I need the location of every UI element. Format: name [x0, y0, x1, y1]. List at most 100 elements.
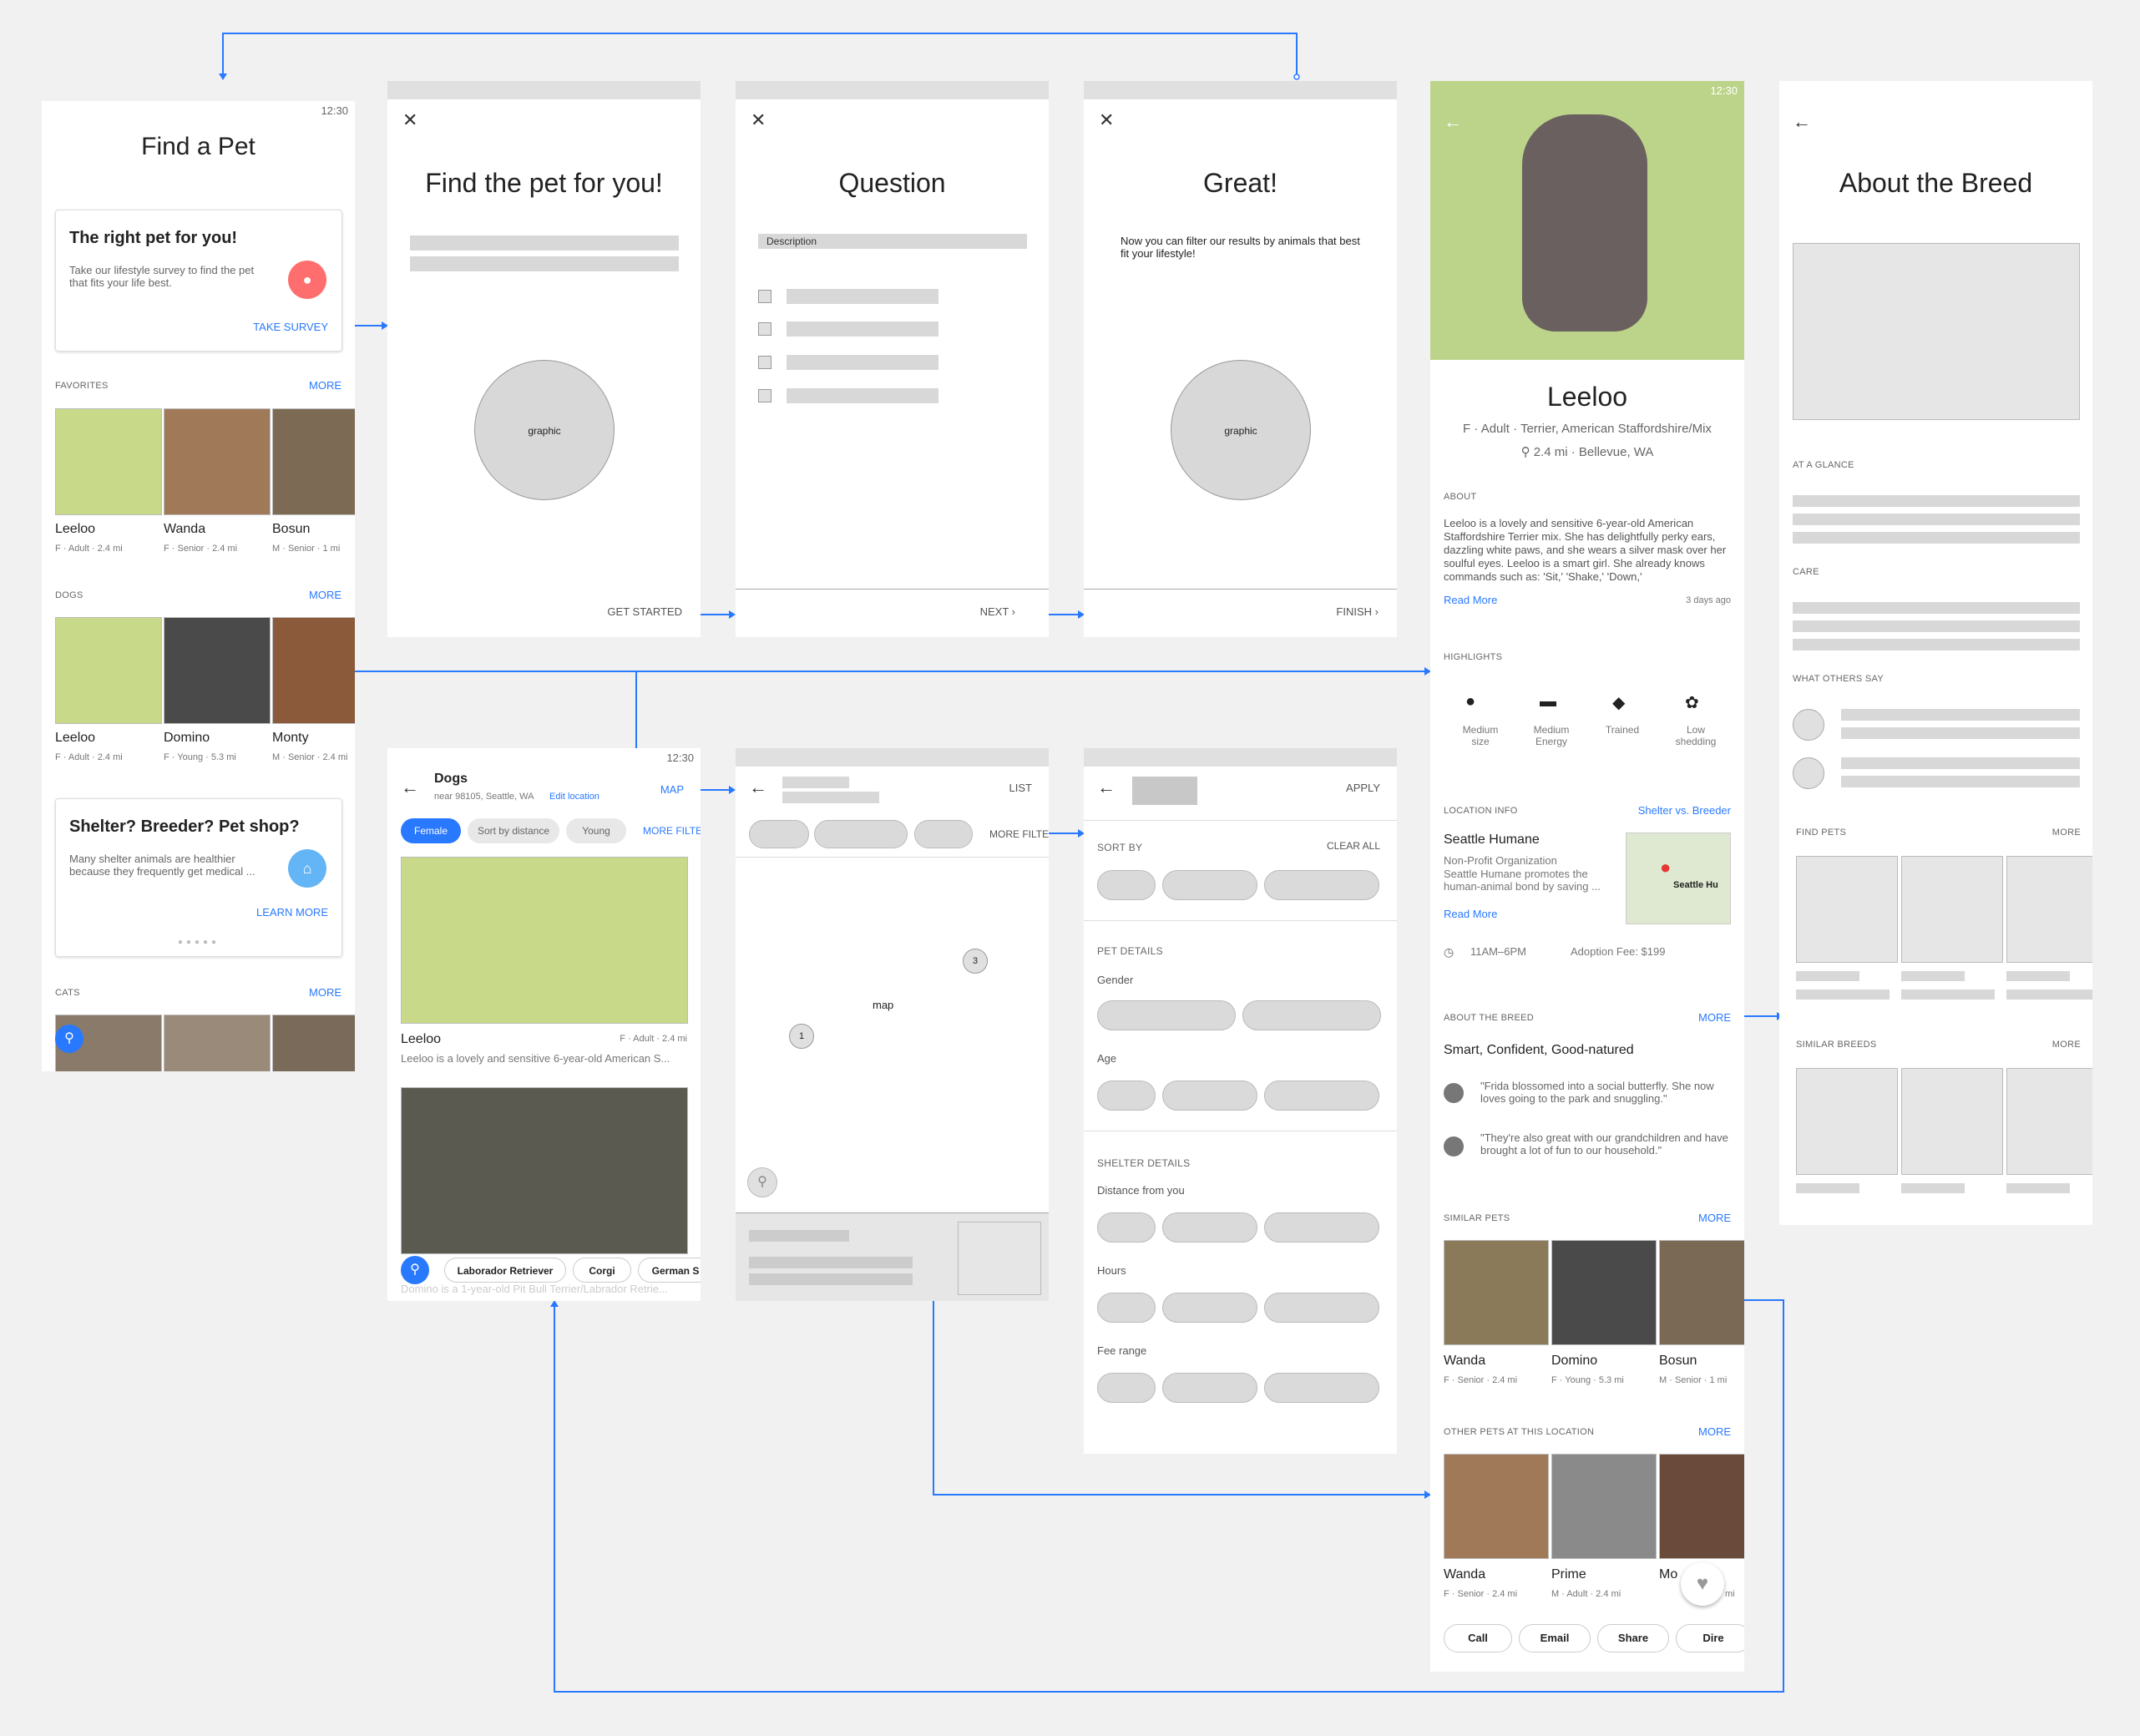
- clear-all-button[interactable]: CLEAR ALL: [1327, 840, 1380, 852]
- gender-option-pill[interactable]: [1097, 1000, 1236, 1030]
- similar-breeds-more-link[interactable]: MORE: [2052, 1040, 2081, 1050]
- pet-photo[interactable]: [1551, 1240, 1657, 1345]
- checkbox[interactable]: [758, 389, 772, 402]
- favorites-more-link[interactable]: MORE: [309, 379, 341, 392]
- checkbox[interactable]: [758, 290, 772, 303]
- pet-image-placeholder[interactable]: [1901, 856, 2003, 963]
- back-arrow-icon[interactable]: ←: [1793, 111, 1811, 133]
- checkbox[interactable]: [758, 322, 772, 336]
- filter-pill[interactable]: [749, 820, 809, 848]
- gender-option-pill[interactable]: [1242, 1000, 1381, 1030]
- sort-option-pill[interactable]: [1162, 870, 1257, 900]
- take-survey-button[interactable]: TAKE SURVEY: [253, 321, 328, 333]
- get-started-button[interactable]: GET STARTED: [607, 605, 682, 618]
- pet-photo[interactable]: [272, 617, 355, 724]
- favorite-heart-button[interactable]: ♥: [1681, 1562, 1724, 1606]
- pet-photo[interactable]: [55, 617, 162, 724]
- option-placeholder: [787, 289, 938, 304]
- filter-pill[interactable]: [914, 820, 973, 848]
- age-option-pill[interactable]: [1162, 1081, 1257, 1111]
- close-icon[interactable]: ✕: [402, 109, 417, 131]
- pet-photo[interactable]: [1659, 1454, 1744, 1559]
- screen-filters: ← APPLY SORT BY CLEAR ALL PET DETAILS Ge…: [1084, 748, 1397, 1454]
- pet-photo[interactable]: [272, 408, 355, 515]
- breed-chip[interactable]: German S: [638, 1258, 701, 1283]
- pet-photo[interactable]: [1444, 1240, 1549, 1345]
- back-arrow-icon[interactable]: ←: [1444, 111, 1462, 133]
- hours-option-pill[interactable]: [1097, 1293, 1156, 1323]
- shelter-vs-breeder-link[interactable]: Shelter vs. Breeder: [1638, 804, 1731, 817]
- back-arrow-icon[interactable]: ←: [1097, 777, 1116, 798]
- directions-button[interactable]: Dire: [1676, 1624, 1744, 1652]
- distance-option-pill[interactable]: [1264, 1212, 1379, 1243]
- pet-image-placeholder[interactable]: [1796, 856, 1898, 963]
- pet-name: Wanda: [1444, 1567, 1486, 1582]
- filter-chip-sort[interactable]: Sort by distance: [468, 818, 559, 843]
- similar-more-link[interactable]: MORE: [1698, 1212, 1731, 1224]
- pet-photo[interactable]: [401, 1087, 688, 1254]
- close-icon[interactable]: ✕: [751, 109, 766, 131]
- cats-more-link[interactable]: MORE: [309, 986, 341, 999]
- breed-chip[interactable]: Laborador Retriever: [444, 1258, 566, 1283]
- distance-option-pill[interactable]: [1097, 1212, 1156, 1243]
- pet-photo[interactable]: [1659, 1240, 1744, 1345]
- find-pets-more-link[interactable]: MORE: [2052, 828, 2081, 838]
- search-fab-icon[interactable]: ⚲: [401, 1256, 429, 1284]
- pet-photo[interactable]: [1444, 1454, 1549, 1559]
- sort-option-pill[interactable]: [1097, 870, 1156, 900]
- hours-option-pill[interactable]: [1264, 1293, 1379, 1323]
- dogs-more-link[interactable]: MORE: [309, 589, 341, 601]
- back-arrow-icon[interactable]: ←: [749, 777, 767, 798]
- fee-option-pill[interactable]: [1162, 1373, 1257, 1403]
- map-cluster-marker[interactable]: 3: [963, 949, 988, 974]
- age-option-pill[interactable]: [1097, 1081, 1156, 1111]
- fee-option-pill[interactable]: [1097, 1373, 1156, 1403]
- filter-chip-female[interactable]: Female: [401, 818, 461, 843]
- pet-photo[interactable]: [272, 1015, 355, 1071]
- pet-image-placeholder[interactable]: [2006, 856, 2092, 963]
- breed-image-placeholder[interactable]: [2006, 1068, 2092, 1175]
- checkbox[interactable]: [758, 356, 772, 369]
- finish-button[interactable]: FINISH ›: [1336, 605, 1379, 618]
- shelter-read-more-link[interactable]: Read More: [1444, 908, 1497, 920]
- favorites-header: FAVORITES: [55, 381, 109, 391]
- map-result-card[interactable]: [736, 1212, 1049, 1301]
- more-filters-link[interactable]: MORE FILTERS: [643, 825, 701, 837]
- breed-image-placeholder[interactable]: [1796, 1068, 1898, 1175]
- status-time: 12:30: [1710, 84, 1738, 97]
- back-arrow-icon[interactable]: ←: [401, 777, 419, 798]
- fee-option-pill[interactable]: [1264, 1373, 1379, 1403]
- more-filters-link[interactable]: MORE FILTERS: [989, 828, 1049, 840]
- filter-chip-young[interactable]: Young: [566, 818, 626, 843]
- learn-more-button[interactable]: LEARN MORE: [256, 906, 328, 919]
- distance-option-pill[interactable]: [1162, 1212, 1257, 1243]
- pet-photo[interactable]: [164, 617, 271, 724]
- map-toggle-button[interactable]: MAP: [660, 783, 684, 796]
- age-option-pill[interactable]: [1264, 1081, 1379, 1111]
- pet-photo[interactable]: [164, 408, 271, 515]
- next-button[interactable]: NEXT ›: [980, 605, 1015, 618]
- pet-photo[interactable]: [1551, 1454, 1657, 1559]
- about-read-more-link[interactable]: Read More: [1444, 594, 1497, 606]
- map-cluster-marker[interactable]: 1: [789, 1024, 814, 1049]
- sort-option-pill[interactable]: [1264, 870, 1379, 900]
- edit-location-link[interactable]: Edit location: [549, 792, 600, 802]
- hours-option-pill[interactable]: [1162, 1293, 1257, 1323]
- search-fab-icon[interactable]: ⚲: [55, 1025, 83, 1053]
- list-toggle-button[interactable]: LIST: [1009, 782, 1032, 794]
- filter-pill[interactable]: [814, 820, 908, 848]
- breed-chip[interactable]: Corgi: [573, 1258, 631, 1283]
- pet-photo[interactable]: [55, 408, 162, 515]
- call-button[interactable]: Call: [1444, 1624, 1512, 1652]
- share-button[interactable]: Share: [1597, 1624, 1669, 1652]
- search-icon[interactable]: ⚲: [747, 1167, 777, 1197]
- breed-image-placeholder[interactable]: [1901, 1068, 2003, 1175]
- about-breed-more-link[interactable]: MORE: [1698, 1011, 1731, 1024]
- pet-photo[interactable]: [164, 1015, 271, 1071]
- close-icon[interactable]: ✕: [1099, 109, 1114, 131]
- other-more-link[interactable]: MORE: [1698, 1425, 1731, 1438]
- apply-button[interactable]: APPLY: [1346, 782, 1380, 794]
- pet-photo[interactable]: [401, 857, 688, 1024]
- email-button[interactable]: Email: [1519, 1624, 1591, 1652]
- location-map-thumbnail[interactable]: ● Seattle Hu: [1626, 833, 1731, 924]
